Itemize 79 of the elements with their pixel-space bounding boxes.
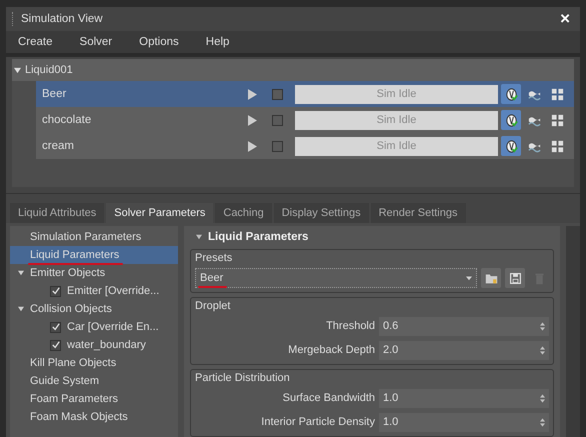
liquid-icon[interactable]: [501, 84, 521, 104]
spinner-arrows-icon[interactable]: [540, 418, 545, 426]
status-bar: Sim Idle: [295, 136, 498, 156]
sidebar-item[interactable]: Foam Mask Objects: [10, 408, 178, 426]
liquid-icon[interactable]: [501, 136, 521, 156]
tab[interactable]: Caching: [215, 203, 272, 223]
dropdown-arrow-icon: [466, 275, 472, 281]
liquid-name: Beer: [42, 88, 68, 100]
status-bar: Sim Idle: [295, 110, 498, 130]
collapse-arrow-icon[interactable]: [196, 234, 202, 240]
menu-item[interactable]: Help: [206, 36, 230, 48]
spinner-arrows-icon[interactable]: [540, 346, 545, 354]
window-title: Simulation View: [21, 13, 104, 25]
checkbox[interactable]: [50, 322, 61, 332]
field-label: Interior Particle Density: [260, 416, 375, 428]
sidebar-item[interactable]: Car [Override En...: [67, 321, 159, 333]
sidebar-item[interactable]: Liquid Parameters: [10, 246, 178, 264]
folder-icon[interactable]: [481, 268, 501, 288]
liquid-name: chocolate: [42, 114, 92, 126]
expand-arrow-icon[interactable]: [18, 306, 24, 312]
field-label: Mergeback Depth: [287, 344, 375, 356]
checkbox[interactable]: [272, 140, 283, 152]
number-field[interactable]: 0.6: [379, 316, 549, 336]
status-bar: Sim Idle: [295, 84, 498, 104]
sidebar-item-label: Simulation Parameters: [30, 231, 142, 243]
sidebar-item-label: Emitter Objects: [30, 267, 106, 279]
sidebar-item[interactable]: Emitter [Override...: [67, 285, 160, 297]
liquid-icon[interactable]: [501, 110, 521, 130]
sidebar-item[interactable]: Foam Parameters: [10, 390, 178, 408]
sidebar-item-label: Kill Plane Objects: [30, 357, 116, 369]
play-icon[interactable]: [248, 114, 257, 126]
liquid-name: cream: [42, 140, 75, 152]
menu-item[interactable]: Options: [139, 36, 179, 48]
field-label: Threshold: [325, 320, 375, 332]
checkbox[interactable]: [50, 286, 61, 296]
simulation-row[interactable]: Beer Sim Idle: [36, 81, 574, 107]
tab[interactable]: Liquid Attributes: [10, 203, 104, 223]
sidebar-item-label: Foam Mask Objects: [30, 411, 128, 423]
sidebar-item-label: Guide System: [30, 375, 100, 387]
spinner-arrows-icon[interactable]: [540, 394, 545, 402]
number-field[interactable]: 1.0: [379, 412, 549, 432]
group-label: Droplet: [195, 300, 232, 312]
expand-arrow-icon[interactable]: [14, 66, 21, 74]
tree-root-label[interactable]: Liquid001: [25, 64, 73, 76]
sidebar-item-label: Collision Objects: [30, 303, 112, 315]
simulation-row[interactable]: cream Sim Idle: [36, 133, 574, 159]
tab[interactable]: Render Settings: [370, 203, 466, 223]
sidebar-item[interactable]: water_boundary: [67, 339, 146, 351]
sidebar-item[interactable]: Kill Plane Objects: [10, 354, 178, 372]
play-icon[interactable]: [248, 140, 257, 152]
sidebar-item[interactable]: Collision Objects: [10, 300, 178, 318]
checkbox[interactable]: [272, 88, 283, 100]
save-icon[interactable]: [505, 268, 525, 288]
preset-value: Beer: [200, 272, 224, 284]
spinner-arrows-icon[interactable]: [540, 322, 545, 330]
expand-arrow-icon[interactable]: [18, 270, 24, 276]
close-button[interactable]: ×: [556, 9, 574, 29]
sidebar-item[interactable]: Simulation Parameters: [10, 228, 178, 246]
preset-dropdown[interactable]: Beer: [195, 268, 477, 288]
number-field[interactable]: 1.0: [379, 388, 549, 408]
splitter-handle[interactable]: [6, 193, 580, 200]
checkbox[interactable]: [50, 340, 61, 350]
menu-item[interactable]: Solver: [80, 36, 112, 48]
play-icon[interactable]: [248, 88, 257, 100]
tab[interactable]: Solver Parameters: [106, 203, 214, 223]
sidebar-item[interactable]: Guide System: [10, 372, 178, 390]
group-label: Particle Distribution: [195, 372, 291, 384]
group-label: Presets: [195, 252, 234, 264]
simulation-row[interactable]: chocolate Sim Idle: [36, 107, 574, 133]
number-field[interactable]: 2.0: [379, 340, 549, 360]
menu-item[interactable]: Create: [18, 36, 53, 48]
sidebar-item[interactable]: Emitter Objects: [10, 264, 178, 282]
panel-title: Liquid Parameters: [208, 231, 308, 243]
sidebar-item-label: Foam Parameters: [30, 393, 118, 405]
checkbox[interactable]: [272, 114, 283, 126]
tab[interactable]: Display Settings: [274, 203, 369, 223]
field-label: Surface Bandwidth: [282, 392, 375, 404]
sidebar-item-label: Liquid Parameters: [30, 249, 120, 261]
scrollbar[interactable]: [566, 226, 580, 437]
